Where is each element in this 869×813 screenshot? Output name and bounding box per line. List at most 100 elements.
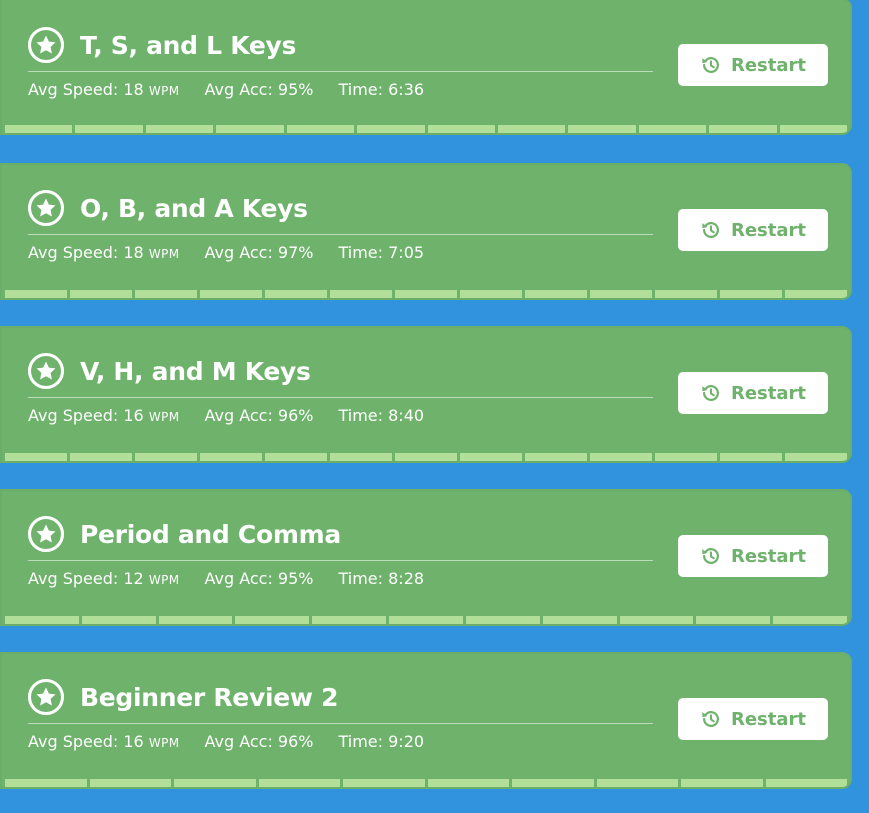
progress-segment — [427, 125, 495, 133]
progress-bar — [5, 616, 847, 624]
progress-bar — [5, 779, 847, 787]
speed-unit: WPM — [148, 247, 180, 261]
progress-segment — [135, 290, 197, 298]
progress-segment — [720, 453, 782, 461]
divider — [28, 560, 653, 561]
lesson-info: V, H, and M Keys Avg Speed: 16 WPM Avg A… — [28, 350, 653, 425]
progress-segment — [357, 125, 425, 133]
avg-accuracy: Avg Acc: 96% — [204, 732, 314, 751]
restart-label: Restart — [730, 708, 806, 730]
progress-segment — [286, 125, 355, 133]
progress-segment — [460, 290, 522, 298]
progress-segment — [590, 290, 652, 298]
lesson-card: T, S, and L Keys Avg Speed: 18 WPM Avg A… — [0, 0, 852, 135]
progress-segment — [427, 779, 509, 787]
progress-segment — [512, 779, 594, 787]
speed-unit: WPM — [148, 736, 180, 750]
lesson-info: T, S, and L Keys Avg Speed: 18 WPM Avg A… — [28, 24, 653, 99]
progress-segment — [70, 453, 132, 461]
restart-button[interactable]: Restart — [678, 535, 828, 577]
progress-segment — [497, 125, 566, 133]
restart-label: Restart — [730, 382, 806, 404]
lesson-time: Time: 9:20 — [338, 732, 425, 751]
lesson-stats: Avg Speed: 12 WPM Avg Acc: 95% Time: 8:2… — [28, 569, 653, 588]
progress-segment — [174, 779, 256, 787]
lesson-stats: Avg Speed: 16 WPM Avg Acc: 96% Time: 8:4… — [28, 406, 653, 425]
lesson-title: T, S, and L Keys — [80, 30, 297, 60]
avg-accuracy: Avg Acc: 97% — [204, 243, 314, 262]
progress-segment — [785, 453, 847, 461]
lesson-card: Period and Comma Avg Speed: 12 WPM Avg A… — [0, 489, 852, 626]
progress-segment — [785, 290, 847, 298]
progress-segment — [330, 453, 392, 461]
progress-segment — [590, 453, 652, 461]
progress-segment — [81, 616, 156, 624]
lesson-title-row: Period and Comma — [28, 513, 653, 555]
progress-segment — [75, 125, 143, 133]
progress-segment — [395, 290, 457, 298]
restart-button[interactable]: Restart — [678, 372, 828, 414]
progress-segment — [330, 290, 392, 298]
lesson-title-row: T, S, and L Keys — [28, 24, 653, 66]
avg-speed: Avg Speed: 12 WPM — [28, 569, 180, 588]
star-icon — [28, 190, 64, 226]
avg-speed: Avg Speed: 16 WPM — [28, 406, 180, 425]
lesson-stats: Avg Speed: 16 WPM Avg Acc: 96% Time: 9:2… — [28, 732, 653, 751]
progress-segment — [265, 290, 327, 298]
history-icon — [702, 548, 719, 564]
lesson-card: V, H, and M Keys Avg Speed: 16 WPM Avg A… — [0, 326, 852, 463]
progress-segment — [89, 779, 171, 787]
restart-button[interactable]: Restart — [678, 44, 828, 86]
star-icon — [28, 516, 64, 552]
restart-label: Restart — [730, 545, 806, 567]
progress-bar — [5, 290, 847, 298]
progress-segment — [5, 125, 73, 133]
progress-segment — [200, 453, 262, 461]
divider — [28, 723, 653, 724]
progress-segment — [568, 125, 636, 133]
lesson-time: Time: 6:36 — [338, 80, 425, 99]
avg-accuracy: Avg Acc: 95% — [204, 569, 314, 588]
progress-segment — [779, 125, 848, 133]
progress-segment — [655, 290, 717, 298]
progress-segment — [200, 290, 262, 298]
avg-accuracy: Avg Acc: 95% — [204, 80, 314, 99]
progress-segment — [5, 779, 87, 787]
lesson-card: O, B, and A Keys Avg Speed: 18 WPM Avg A… — [0, 163, 852, 300]
progress-segment — [525, 290, 587, 298]
restart-button[interactable]: Restart — [678, 698, 828, 740]
progress-segment — [235, 616, 310, 624]
lesson-title-row: O, B, and A Keys — [28, 187, 653, 229]
lesson-title: Period and Comma — [80, 519, 341, 549]
progress-segment — [265, 453, 327, 461]
progress-segment — [773, 616, 847, 624]
progress-segment — [216, 125, 284, 133]
history-icon — [702, 711, 719, 727]
divider — [28, 397, 653, 398]
history-icon — [702, 385, 719, 401]
avg-accuracy: Avg Acc: 96% — [204, 406, 314, 425]
avg-speed: Avg Speed: 18 WPM — [28, 80, 180, 99]
history-icon — [702, 222, 719, 238]
progress-segment — [5, 616, 79, 624]
progress-segment — [596, 779, 678, 787]
speed-unit: WPM — [148, 410, 180, 424]
progress-segment — [681, 779, 763, 787]
progress-segment — [5, 290, 67, 298]
progress-segment — [258, 779, 340, 787]
progress-segment — [655, 453, 717, 461]
progress-segment — [709, 125, 777, 133]
progress-segment — [5, 453, 67, 461]
divider — [28, 71, 653, 72]
progress-segment — [720, 290, 782, 298]
avg-speed: Avg Speed: 16 WPM — [28, 732, 180, 751]
divider — [28, 234, 653, 235]
restart-button[interactable]: Restart — [678, 209, 828, 251]
speed-unit: WPM — [148, 84, 180, 98]
progress-segment — [460, 453, 522, 461]
progress-segment — [638, 125, 707, 133]
lesson-card: Beginner Review 2 Avg Speed: 16 WPM Avg … — [0, 652, 852, 789]
history-icon — [702, 57, 719, 73]
lesson-title-row: V, H, and M Keys — [28, 350, 653, 392]
lesson-time: Time: 8:28 — [338, 569, 425, 588]
